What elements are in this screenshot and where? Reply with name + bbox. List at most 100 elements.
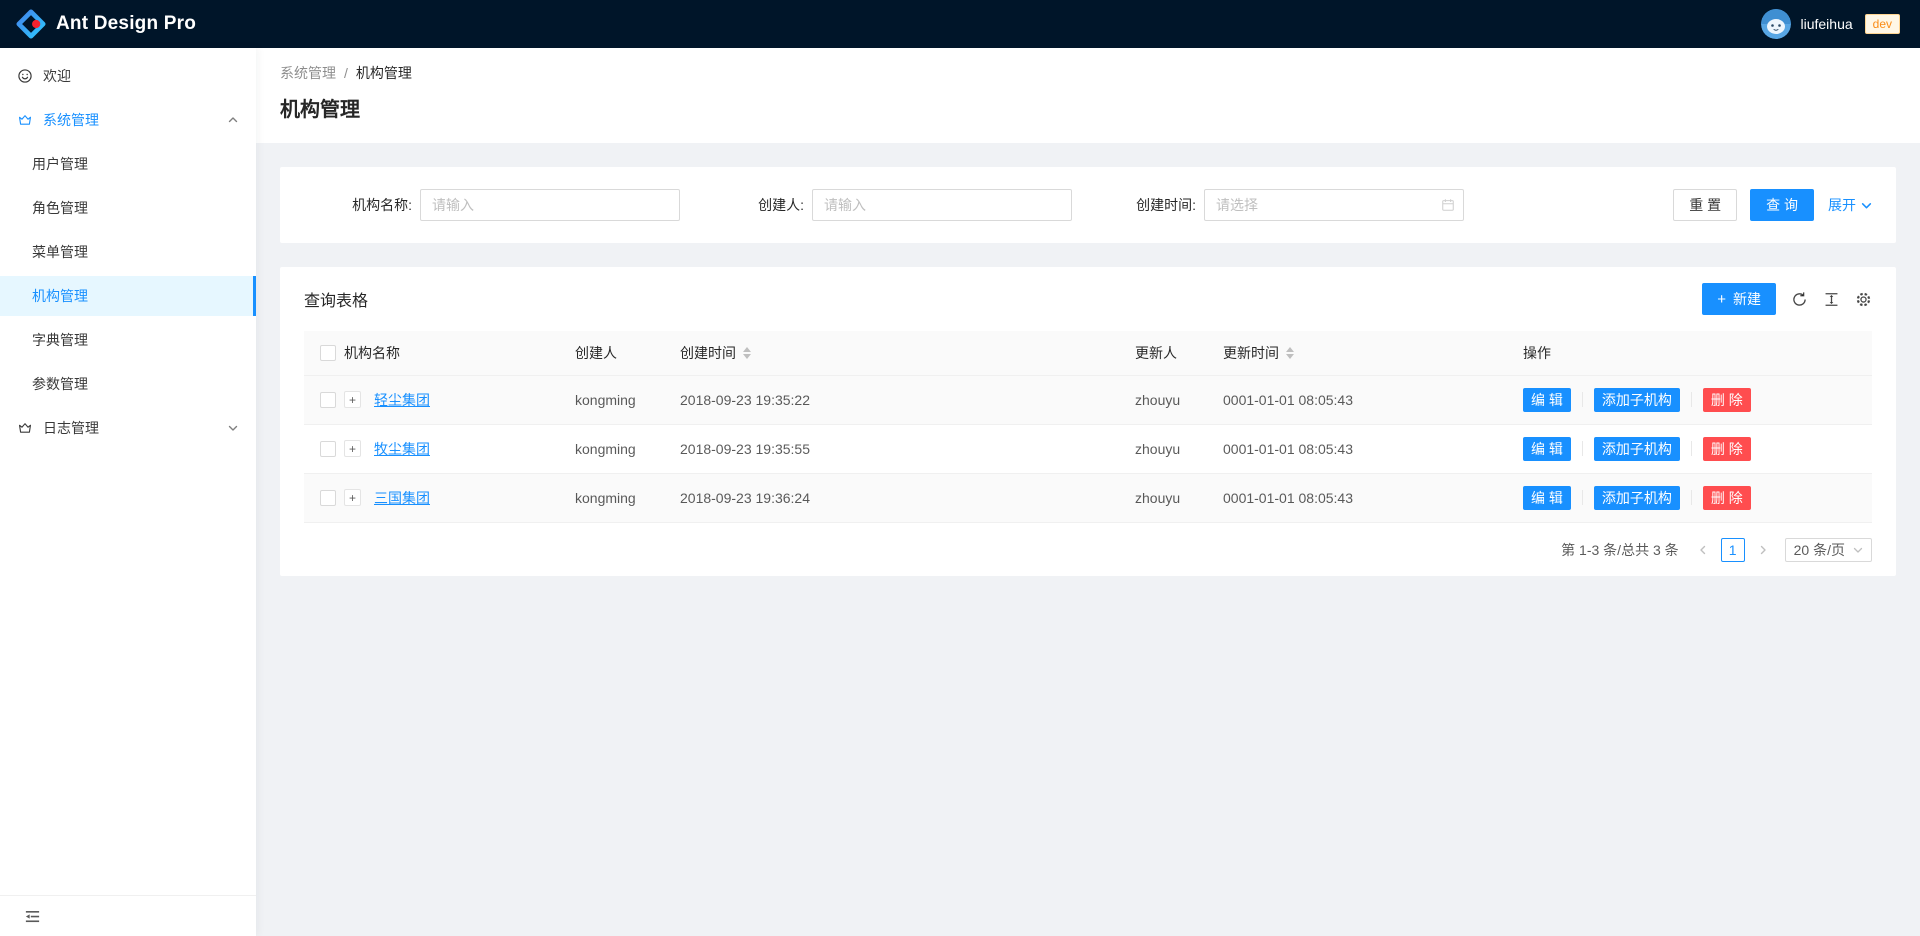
pagination-total: 第 1-3 条/总共 3 条 bbox=[1561, 540, 1678, 560]
menu-fold-icon[interactable] bbox=[24, 908, 41, 925]
pagination: 第 1-3 条/总共 3 条 1 bbox=[304, 538, 1872, 562]
creator-label: 创建人: bbox=[758, 195, 804, 215]
sidebar-item-label: 菜单管理 bbox=[32, 242, 88, 262]
top-header-bar: Ant Design Pro liufeihua dev bbox=[0, 0, 1920, 48]
chevron-down-icon bbox=[1853, 545, 1863, 555]
page-size-select[interactable]: 20 条/页 bbox=[1785, 538, 1872, 562]
sidebar-item-label: 字典管理 bbox=[32, 330, 88, 350]
create-time-label: 创建时间: bbox=[1136, 195, 1196, 215]
column-header-create-time[interactable]: 创建时间 bbox=[664, 331, 1119, 375]
expand-toggle[interactable]: 展开 bbox=[1828, 195, 1872, 215]
sidebar-item-welcome[interactable]: 欢迎 bbox=[0, 56, 256, 96]
new-button[interactable]: + 新建 bbox=[1702, 283, 1776, 315]
toolbar-actions: + 新建 bbox=[1702, 283, 1872, 315]
column-header-update-time[interactable]: 更新时间 bbox=[1207, 331, 1507, 375]
form-item-create-time: 创建时间: bbox=[1088, 189, 1480, 221]
create-time-cell: 2018-09-23 19:35:22 bbox=[664, 375, 1119, 424]
sidebar-item-org-mgmt[interactable]: 机构管理 bbox=[0, 276, 256, 316]
add-child-org-button[interactable]: 添加子机构 bbox=[1594, 486, 1680, 510]
org-name-link[interactable]: 三国集团 bbox=[374, 488, 430, 508]
query-table-card: 查询表格 + 新建 bbox=[280, 267, 1896, 576]
column-height-icon[interactable] bbox=[1823, 291, 1840, 308]
app-title: Ant Design Pro bbox=[56, 13, 196, 35]
sidebar-item-param-mgmt[interactable]: 参数管理 bbox=[0, 364, 256, 404]
row-checkbox[interactable] bbox=[320, 441, 336, 457]
breadcrumb-current: 机构管理 bbox=[356, 65, 412, 81]
org-name-link[interactable]: 牧尘集团 bbox=[374, 439, 430, 459]
column-header-updater: 更新人 bbox=[1119, 331, 1207, 375]
sidebar-item-dict-mgmt[interactable]: 字典管理 bbox=[0, 320, 256, 360]
org-table: 机构名称 创建人 创建时间 bbox=[304, 331, 1872, 523]
add-child-org-button[interactable]: 添加子机构 bbox=[1594, 388, 1680, 412]
pagination-next-button[interactable] bbox=[1751, 538, 1775, 562]
org-name-input[interactable] bbox=[420, 189, 680, 221]
breadcrumb-separator: / bbox=[344, 65, 348, 81]
org-name-link[interactable]: 轻尘集团 bbox=[374, 390, 430, 410]
reset-button[interactable]: 重 置 bbox=[1673, 189, 1737, 221]
pagination-page-1[interactable]: 1 bbox=[1721, 538, 1745, 562]
page-size-value: 20 条/页 bbox=[1794, 540, 1845, 560]
sidebar-item-menu-mgmt[interactable]: 菜单管理 bbox=[0, 232, 256, 272]
delete-button[interactable]: 删 除 bbox=[1703, 437, 1751, 461]
app-logo[interactable]: Ant Design Pro bbox=[16, 9, 196, 39]
table-row: + 轻尘集团 kongming 2018-09-23 19:35:22 zhou… bbox=[304, 375, 1872, 424]
crown-icon bbox=[17, 420, 33, 436]
vertical-divider bbox=[1582, 392, 1583, 407]
row-checkbox[interactable] bbox=[320, 490, 336, 506]
edit-button[interactable]: 编 辑 bbox=[1523, 437, 1571, 461]
calendar-icon bbox=[1441, 198, 1455, 212]
caret-down-icon bbox=[743, 354, 751, 359]
sidebar-item-label: 机构管理 bbox=[32, 286, 88, 306]
vertical-divider bbox=[1691, 441, 1692, 456]
search-filter-card: 机构名称: 创建人: 创建时间: bbox=[280, 167, 1896, 243]
sidebar-item-label: 欢迎 bbox=[43, 66, 71, 86]
creator-cell: kongming bbox=[559, 375, 664, 424]
creator-input[interactable] bbox=[812, 189, 1072, 221]
account-menu[interactable]: liufeihua dev bbox=[1761, 9, 1900, 39]
vertical-divider bbox=[1691, 490, 1692, 505]
query-button[interactable]: 查 询 bbox=[1750, 189, 1814, 221]
table-header-row: 机构名称 创建人 创建时间 bbox=[304, 331, 1872, 375]
table-toolbar: 查询表格 + 新建 bbox=[304, 283, 1872, 315]
breadcrumb-parent[interactable]: 系统管理 bbox=[280, 65, 336, 81]
update-time-cell: 0001-01-01 08:05:43 bbox=[1207, 375, 1507, 424]
vertical-divider bbox=[1582, 441, 1583, 456]
vertical-divider bbox=[1691, 392, 1692, 407]
sidebar-group-system[interactable]: 系统管理 bbox=[0, 100, 256, 140]
create-time-picker[interactable] bbox=[1204, 189, 1464, 221]
edit-button[interactable]: 编 辑 bbox=[1523, 388, 1571, 412]
page-title: 机构管理 bbox=[280, 96, 1896, 124]
table-row: + 三国集团 kongming 2018-09-23 19:36:24 zhou… bbox=[304, 473, 1872, 522]
row-checkbox[interactable] bbox=[320, 392, 336, 408]
creator-cell: kongming bbox=[559, 473, 664, 522]
crown-icon bbox=[17, 112, 33, 128]
sorter-icon bbox=[1286, 347, 1294, 359]
sidebar-group-log[interactable]: 日志管理 bbox=[0, 408, 256, 448]
sidebar-item-label: 用户管理 bbox=[32, 154, 88, 174]
sidebar-item-role-mgmt[interactable]: 角色管理 bbox=[0, 188, 256, 228]
add-child-org-button[interactable]: 添加子机构 bbox=[1594, 437, 1680, 461]
expand-row-button[interactable]: + bbox=[344, 440, 361, 457]
expand-row-button[interactable]: + bbox=[344, 489, 361, 506]
reload-icon[interactable] bbox=[1791, 291, 1808, 308]
caret-up-icon bbox=[1286, 347, 1294, 352]
update-time-cell: 0001-01-01 08:05:43 bbox=[1207, 473, 1507, 522]
table-row: + 牧尘集团 kongming 2018-09-23 19:35:55 zhou… bbox=[304, 424, 1872, 473]
expand-row-button[interactable]: + bbox=[344, 391, 361, 408]
settings-icon[interactable] bbox=[1855, 291, 1872, 308]
edit-button[interactable]: 编 辑 bbox=[1523, 486, 1571, 510]
delete-button[interactable]: 删 除 bbox=[1703, 388, 1751, 412]
caret-up-icon bbox=[743, 347, 751, 352]
username: liufeihua bbox=[1800, 16, 1852, 32]
select-all-checkbox[interactable] bbox=[320, 345, 336, 361]
user-avatar-icon bbox=[1761, 9, 1791, 39]
sidebar-item-user-mgmt[interactable]: 用户管理 bbox=[0, 144, 256, 184]
pagination-prev-button[interactable] bbox=[1691, 538, 1715, 562]
chevron-down-icon bbox=[228, 423, 238, 433]
delete-button[interactable]: 删 除 bbox=[1703, 486, 1751, 510]
updater-cell: zhouyu bbox=[1119, 375, 1207, 424]
expand-label: 展开 bbox=[1828, 195, 1856, 215]
chevron-up-icon bbox=[228, 115, 238, 125]
sidebar-group-label: 日志管理 bbox=[43, 418, 99, 438]
creator-cell: kongming bbox=[559, 424, 664, 473]
